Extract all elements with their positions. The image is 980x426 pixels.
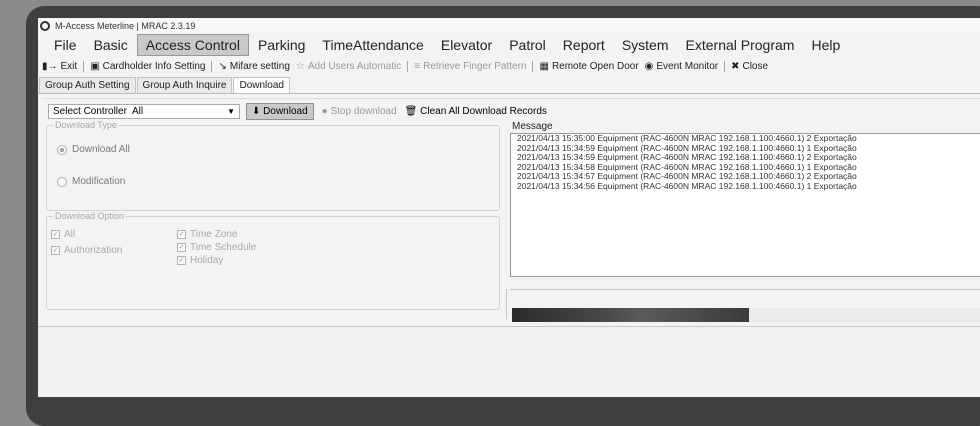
toolbar-separator: [83, 60, 85, 72]
toolbar: ▮→ Exit ▣ Cardholder Info Setting ↘ Mifare …: [38, 57, 980, 75]
option-time-schedule-checkbox[interactable]: ✓ Time Schedule: [177, 242, 256, 253]
toolbar-separator: [724, 60, 726, 72]
checkbox-indicator: ✓: [177, 230, 186, 239]
download-all-radio[interactable]: Download All: [57, 144, 130, 155]
stop-download-label: Stop download: [330, 105, 397, 117]
download-type-group: Download Type Download All Modification: [46, 120, 500, 211]
download-icon: ⬇: [252, 105, 264, 117]
tab-group-auth-inquire[interactable]: Group Auth Inquire: [136, 77, 233, 93]
menu-report[interactable]: Report: [555, 35, 613, 55]
menu-basic[interactable]: Basic: [86, 35, 136, 55]
app-window: M-Access Meterline | MRAC 2.3.19 File Ba…: [38, 18, 980, 397]
event-monitor-button[interactable]: ◉ Event Monitor: [645, 61, 718, 72]
menu-file[interactable]: File: [46, 35, 85, 55]
exit-label: Exit: [60, 60, 78, 72]
menu-parking[interactable]: Parking: [250, 35, 313, 55]
add-users-icon: ☆: [295, 60, 305, 72]
mifare-label: Mifare setting: [229, 60, 290, 72]
checkbox-indicator: ✓: [177, 256, 186, 265]
stop-download-button[interactable]: ● Stop download: [322, 106, 397, 117]
modification-label: Modification: [72, 176, 126, 187]
controller-bar: Select Controller All ▼ ⬇ Download ● Sto…: [48, 102, 547, 120]
menu-time-attendance[interactable]: TimeAttendance: [314, 35, 431, 55]
mifare-button[interactable]: ↘ Mifare setting: [218, 61, 289, 72]
trash-icon: 🗑: [404, 105, 418, 117]
lower-blank-area: [38, 326, 980, 397]
event-monitor-label: Event Monitor: [656, 60, 719, 72]
checkbox-indicator: ✓: [177, 243, 186, 252]
title-bar: M-Access Meterline | MRAC 2.3.19: [38, 18, 980, 33]
download-option-legend: Download Option: [53, 211, 127, 221]
option-holiday-checkbox[interactable]: ✓ Holiday: [177, 255, 223, 266]
select-controller-label: Select Controller: [53, 105, 127, 117]
download-label: Download: [263, 105, 308, 117]
exit-icon: ▮→: [42, 60, 58, 72]
download-option-group: Download Option ✓ All ✓ Authorization ✓ Tim…: [46, 211, 500, 310]
option-time-zone-label: Time Zone: [190, 229, 238, 240]
modification-radio[interactable]: Modification: [57, 176, 125, 187]
exit-button[interactable]: ▮→ Exit: [42, 61, 77, 72]
select-controller-value: All: [131, 105, 144, 117]
tab-group-auth-setting[interactable]: Group Auth Setting: [39, 77, 136, 93]
checkbox-indicator: ✓: [51, 246, 60, 255]
app-icon: [40, 20, 50, 31]
controller-select[interactable]: Select Controller All ▼: [48, 103, 240, 119]
door-icon: ▦: [539, 60, 549, 72]
menu-bar: File Basic Access Control Parking TimeAt…: [38, 33, 980, 57]
option-time-zone-checkbox[interactable]: ✓ Time Zone: [177, 229, 237, 240]
close-button[interactable]: ✖ Close: [731, 61, 768, 72]
add-users-button[interactable]: ☆ Add Users Automatic: [296, 61, 401, 72]
checkbox-indicator: ✓: [51, 230, 60, 239]
toolbar-separator: [532, 60, 534, 72]
option-authorization-checkbox[interactable]: ✓ Authorization: [51, 245, 122, 256]
retrieve-label: Retrieve Finger Pattern: [423, 60, 527, 72]
message-log[interactable]: 2021/04/13 15:35:00 Equipment (RAC-4600N…: [510, 133, 980, 277]
tab-strip: Group Auth Setting Group Auth Inquire Do…: [38, 75, 980, 94]
toolbar-separator: [407, 60, 409, 72]
mifare-icon: ↘: [218, 60, 227, 72]
remote-open-label: Remote Open Door: [551, 60, 639, 72]
download-type-legend: Download Type: [53, 120, 119, 130]
option-all-label: All: [64, 229, 76, 240]
radio-indicator: [57, 144, 67, 155]
option-holiday-label: Holiday: [190, 255, 224, 266]
menu-patrol[interactable]: Patrol: [501, 35, 554, 55]
toolbar-separator: [211, 60, 213, 72]
download-progress-bar: [512, 308, 980, 322]
retrieve-finger-button[interactable]: ≡ Retrieve Finger Pattern: [414, 61, 526, 72]
menu-access-control[interactable]: Access Control: [136, 34, 249, 56]
menu-help[interactable]: Help: [803, 35, 848, 55]
cardholder-label: Cardholder Info Setting: [102, 60, 206, 72]
option-time-schedule-label: Time Schedule: [190, 242, 257, 253]
progress-fill: [512, 308, 749, 322]
menu-system[interactable]: System: [614, 35, 677, 55]
fingerprint-icon: ≡: [414, 60, 421, 72]
download-button[interactable]: ⬇ Download: [246, 102, 314, 120]
window-title: M-Access Meterline | MRAC 2.3.19: [55, 20, 196, 31]
tab-download[interactable]: Download: [233, 77, 290, 93]
clean-records-button[interactable]: 🗑 Clean All Download Records: [405, 106, 547, 117]
option-all-checkbox[interactable]: ✓ All: [51, 229, 75, 240]
eye-icon: ◉: [644, 60, 654, 72]
cardholder-icon: ▣: [90, 60, 100, 72]
chevron-down-icon: ▼: [227, 106, 235, 116]
close-icon: ✖: [731, 60, 740, 72]
clean-records-label: Clean All Download Records: [420, 105, 547, 117]
menu-external-program[interactable]: External Program: [678, 35, 803, 55]
add-users-label: Add Users Automatic: [307, 60, 402, 72]
divider: [506, 289, 507, 319]
cardholder-button[interactable]: ▣ Cardholder Info Setting: [90, 61, 205, 72]
download-panel: Select Controller All ▼ ⬇ Download ● Sto…: [42, 98, 980, 322]
download-all-label: Download All: [72, 144, 130, 155]
close-label: Close: [742, 60, 769, 72]
divider: [510, 289, 980, 290]
radio-indicator: [57, 176, 67, 187]
remote-open-door-button[interactable]: ▦ Remote Open Door: [539, 61, 638, 72]
option-authorization-label: Authorization: [64, 245, 123, 256]
menu-elevator[interactable]: Elevator: [433, 35, 500, 55]
message-label: Message: [512, 121, 553, 132]
message-line: 2021/04/13 15:34:56 Equipment (RAC-4600N…: [517, 180, 857, 191]
